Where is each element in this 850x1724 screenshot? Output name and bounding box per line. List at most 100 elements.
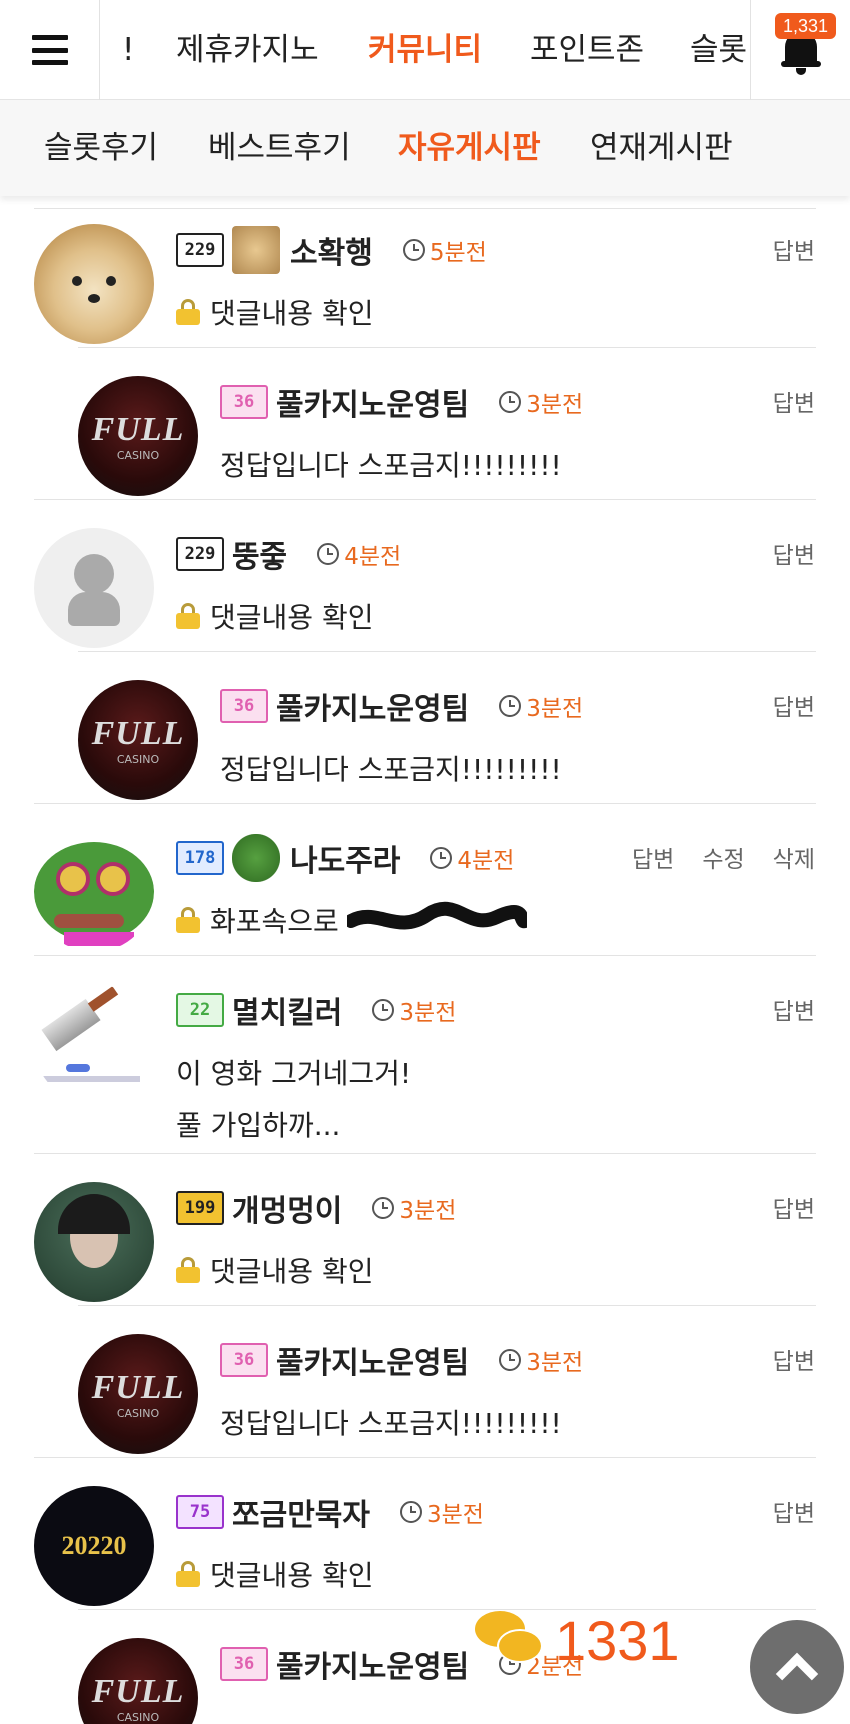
notification-button[interactable]: 1,331 [750,0,850,100]
edit-button[interactable]: 수정 [702,840,744,874]
comment-author[interactable]: 풀카지노운영팀 [276,1338,469,1382]
level-badge: 229 [176,233,224,267]
clock-icon [372,1197,395,1219]
comment-author[interactable]: 풀카지노운영팀 [276,684,469,728]
avatar[interactable]: FULL CASINO [78,1638,198,1724]
comment-time-text: 5분전 [429,240,487,266]
comment-text: 댓글내용 확인 [176,1554,373,1594]
clock-icon [430,847,453,869]
level-badge: 36 [220,385,268,419]
comment-author[interactable]: 나도주라 [290,836,400,880]
level-badge: 229 [176,537,224,571]
comment-meta: 36 풀카지노운영팀 3분전 [220,378,583,426]
clock-icon [400,1501,422,1523]
comment-author[interactable]: 쪼금만묵자 [232,1490,370,1534]
comment-time-text: 3분전 [526,1350,584,1376]
reply-button[interactable]: 답변 [773,384,815,418]
comment-text-content: 정답입니다 스포금지!!!!!!!!! [220,1407,562,1440]
chevron-up-icon [775,1652,819,1696]
comment-time-text: 3분전 [399,1000,457,1026]
tab-free-board[interactable]: 자유게시판 [398,100,541,196]
chat-count: 1331 [555,1609,680,1672]
comment-time: 4분전 [430,841,514,875]
comment-item: 229 소확행 5분전 답변댓글내용 확인 [0,196,850,348]
reply-button[interactable]: 답변 [773,536,815,570]
avatar[interactable] [34,224,154,344]
comment-text: 댓글내용 확인 [176,1250,373,1290]
comment-text-content: 이 영화 그거네그거! [176,1057,412,1090]
comment-time-text: 3분전 [399,1198,457,1224]
comment-time-text: 3분전 [427,1502,484,1528]
comment-text-content: 정답입니다 스포금지!!!!!!!!! [220,753,562,786]
comment-time: 3분전 [372,1191,456,1225]
comment-author[interactable]: 멸치킬러 [232,988,342,1032]
reply-comment: FULLCASINO36풀카지노운영팀2분전답변 [0,1610,850,1724]
tab-slot-review[interactable]: 슬롯후기 [44,100,158,196]
avatar[interactable] [34,984,154,1104]
level-badge: 22 [176,993,224,1027]
level-badge: 199 [176,1191,224,1225]
lock-icon [176,603,200,629]
reply-button[interactable]: 답변 [632,840,674,874]
comment-text-content: 댓글내용 확인 [210,1255,374,1288]
user-icon [232,226,280,274]
comment-item: 20220 75 쪼금만묵자 3분전 답변댓글내용 확인 [0,1458,850,1610]
comment-time-text: 4분전 [457,848,515,874]
reply-button[interactable]: 답변 [773,1494,815,1528]
comment-text: 댓글내용 확인 [176,596,373,636]
reply-comment: FULL CASINO 36 풀카지노운영팀 3분전 답변정답입니다 스포금지!!!!!!… [0,652,850,804]
comment-item: 22 멸치킬러 3분전 답변이 영화 그거네그거! 풀 가입하까... [0,956,850,1154]
comment-text-content: 화포속으로 [210,905,339,938]
hamburger-icon [31,35,68,65]
nav-item-slot[interactable]: 슬롯 [690,0,747,100]
menu-button[interactable] [0,0,100,100]
level-badge: 36 [220,1343,268,1377]
avatar[interactable]: FULL CASINO [78,680,198,800]
nav-item-point-zone[interactable]: 포인트존 [530,0,644,100]
comment-text: 정답입니다 스포금지!!!!!!!!! [220,444,562,484]
comment-time-text: 3분전 [526,392,584,418]
tab-serial-board[interactable]: 연재게시판 [590,100,733,196]
comment-time: 5분전 [402,233,487,267]
comment-author[interactable]: 개멍멍이 [232,1186,342,1230]
comment-actions: 답변 [773,1190,815,1224]
comment-text: 화포속으로 [176,900,527,940]
reply-button[interactable]: 답변 [773,1342,815,1376]
comment-text-line2: 풀 가입하까... [176,1104,340,1144]
nav-item-partner-casino[interactable]: 제휴카지노 [176,0,319,100]
level-badge: 75 [176,1495,224,1529]
comment-text: 댓글내용 확인 [176,292,373,332]
comment-text: 정답입니다 스포금지!!!!!!!!! [220,1402,562,1442]
comment-author[interactable]: 풀카지노운영팀 [276,1642,469,1686]
lock-icon [176,907,200,933]
reply-button[interactable]: 답변 [773,688,815,722]
chat-float[interactable]: 1331 [475,1608,680,1673]
avatar[interactable] [34,1182,154,1302]
reply-comment: FULL CASINO 36 풀카지노운영팀 3분전 답변정답입니다 스포금지!!!!!!… [0,348,850,500]
nav-item-community[interactable]: 커뮤니티 [368,0,482,100]
sub-nav: 슬롯후기 베스트후기 자유게시판 연재게시판 [0,100,850,196]
scroll-top-button[interactable] [750,1620,844,1714]
avatar[interactable]: FULL CASINO [78,1334,198,1454]
comment-actions: 답변 [773,688,815,722]
avatar[interactable]: 20220 [34,1486,154,1606]
comment-actions: 답변 [773,1494,815,1528]
avatar[interactable]: FULL CASINO [78,376,198,496]
reply-button[interactable]: 답변 [773,232,815,266]
reply-button[interactable]: 답변 [773,992,815,1026]
comment-author[interactable]: 소확행 [290,228,373,272]
casino-logo-text: FULL [91,1672,185,1710]
nav-item-notice[interactable]: ! [122,0,134,100]
avatar[interactable] [34,832,154,952]
comment-time: 3분전 [400,1495,484,1529]
clock-icon [317,543,340,565]
reply-button[interactable]: 답변 [773,1190,815,1224]
comment-meta: 36 풀카지노운영팀 3분전 [220,682,583,730]
comment-item: 199 개멍멍이 3분전 답변댓글내용 확인 [0,1154,850,1306]
delete-button[interactable]: 삭제 [773,840,815,874]
tab-best-review[interactable]: 베스트후기 [208,100,351,196]
lock-icon [176,1561,200,1587]
comment-author[interactable]: 풀카지노운영팀 [276,380,469,424]
avatar[interactable] [34,528,154,648]
comment-author[interactable]: 뚱줗 [232,532,287,576]
